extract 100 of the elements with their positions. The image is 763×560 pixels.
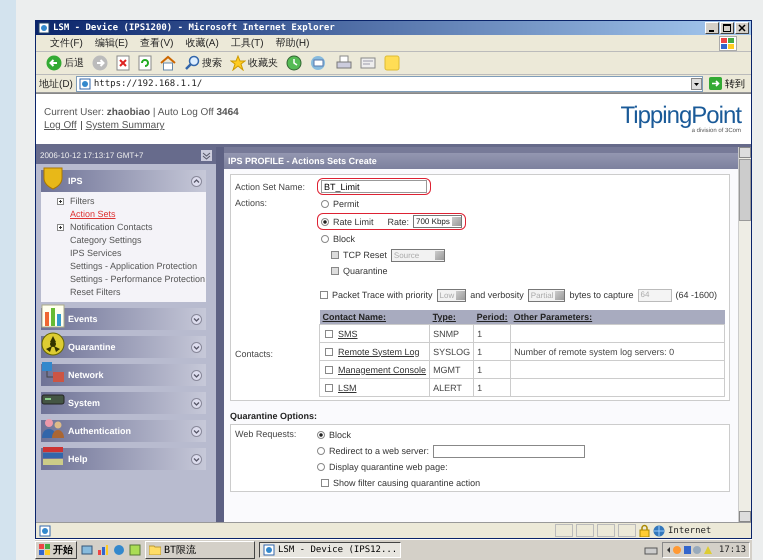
stop-icon (116, 55, 130, 71)
favorites-button[interactable]: 收藏夹 (228, 55, 280, 71)
status-pane (576, 524, 594, 537)
header-link[interactable]: System Summary (86, 120, 165, 131)
document-icon (360, 55, 376, 71)
column-header[interactable]: Type: (430, 310, 474, 324)
option-label: Block (333, 234, 356, 244)
checkbox[interactable] (320, 291, 328, 299)
nav-link[interactable]: Filters (70, 196, 94, 206)
user-info: Current User: zhaobiao | Auto Log Off 3464 (44, 107, 239, 118)
rate-dropdown[interactable]: 700 Kbps (413, 215, 462, 228)
refresh-button[interactable] (136, 55, 154, 71)
edit-button[interactable] (358, 55, 378, 71)
table-cell: 1 (477, 364, 482, 374)
option-label: Redirect to a web server: (329, 446, 430, 456)
checkbox[interactable] (321, 479, 329, 487)
address-label: 地址(D) (39, 78, 73, 90)
section-header[interactable]: IPS (41, 170, 206, 192)
option-label: Show filter causing quarantine action (333, 478, 480, 488)
checkbox[interactable] (325, 330, 333, 338)
nav-link[interactable]: Reset Filters (70, 287, 121, 297)
refresh-icon (138, 55, 152, 71)
contact-link[interactable]: SMS (338, 328, 358, 338)
clock-icon (286, 55, 302, 71)
chevron-circle-icon (191, 314, 202, 324)
radio-button[interactable] (321, 235, 329, 243)
close-button[interactable] (735, 22, 749, 34)
menu-item[interactable]: 查看(V) (140, 36, 174, 50)
field-label: Actions: (235, 197, 268, 208)
column-header[interactable]: Other Parameters: (510, 310, 724, 324)
star-icon (230, 55, 246, 71)
section-header[interactable]: Help (41, 448, 206, 470)
nav-link[interactable]: Settings - Application Protection (70, 261, 198, 271)
checkbox[interactable] (325, 366, 333, 374)
taskbar-button[interactable]: LSM - Device (IPS12... (259, 542, 402, 558)
hazard-icon (41, 332, 65, 356)
page-icon (39, 524, 51, 536)
desktop-icon[interactable] (81, 544, 93, 556)
browser-icon[interactable] (113, 544, 125, 556)
nav-link[interactable]: Settings - Performance Protection (70, 274, 206, 284)
browser-page-icon (38, 22, 50, 34)
home-button[interactable] (158, 55, 178, 71)
minimize-button[interactable] (705, 22, 719, 34)
menu-item[interactable]: 收藏(A) (185, 36, 219, 50)
option-label: Packet Trace with priority (332, 290, 433, 300)
radio-button[interactable] (321, 200, 329, 208)
checkbox[interactable] (325, 384, 333, 392)
expand-icon[interactable] (57, 198, 64, 204)
option-label: Rate Limit (333, 216, 374, 226)
field-label: Action Set Name: (235, 181, 306, 192)
column-header[interactable]: Period: (474, 310, 511, 324)
chevron-circle-icon (191, 454, 202, 464)
scrollbar[interactable] (738, 147, 751, 522)
expand-icon[interactable] (57, 224, 64, 230)
search-button[interactable]: 搜索 (182, 55, 224, 71)
globe-icon (653, 524, 665, 536)
page-icon (78, 78, 91, 90)
address-field[interactable]: https://192.168.1.1/ (76, 76, 703, 92)
nav-link[interactable]: Action Sets (70, 209, 116, 219)
collapse-icon[interactable] (201, 150, 212, 161)
column-header[interactable]: Contact Name: (320, 310, 430, 324)
menu-item[interactable]: 编辑(E) (94, 36, 128, 50)
option-label: Block (329, 430, 352, 440)
contact-link[interactable]: LSM (338, 382, 357, 392)
print-button[interactable] (334, 55, 354, 71)
history-button[interactable] (284, 55, 304, 71)
nav-link[interactable]: Category Settings (70, 235, 142, 245)
nav-link[interactable]: Notification Contacts (70, 222, 153, 232)
start-button[interactable]: 开始 (35, 541, 77, 559)
radio-button[interactable] (317, 431, 325, 439)
checkbox[interactable] (325, 348, 333, 356)
action-set-name-field[interactable]: BT_Limit (321, 180, 427, 193)
stop-button[interactable] (114, 55, 132, 71)
rate-label: Rate: (388, 216, 410, 226)
radio-button[interactable] (317, 463, 325, 471)
picture-icon[interactable] (129, 544, 141, 556)
network-icon (41, 360, 65, 384)
bar-chart-icon (41, 304, 65, 328)
url-field[interactable] (433, 444, 586, 458)
header-link[interactable]: Log Off (44, 120, 77, 131)
range-hint: (64 -1600) (676, 290, 718, 300)
menu-item[interactable]: 文件(F) (50, 36, 83, 50)
table-cell: 1 (477, 328, 482, 338)
windows-flag-icon (719, 36, 737, 50)
chart-icon[interactable] (97, 544, 109, 556)
go-button[interactable]: 转到 (706, 76, 748, 90)
maximize-button[interactable] (720, 22, 734, 34)
chevron-circle-icon (191, 398, 202, 408)
back-button[interactable]: 后退 (44, 55, 86, 71)
taskbar-button[interactable]: BT限流 (145, 541, 255, 559)
menu-item[interactable]: 帮助(H) (276, 36, 310, 50)
nav-link[interactable]: IPS Services (70, 248, 122, 258)
section-title: Quarantine Options: (229, 410, 318, 423)
radio-button[interactable] (321, 218, 329, 226)
menu-item[interactable]: 工具(T) (230, 36, 264, 50)
table-cell: MGMT (433, 364, 461, 374)
option-label: bytes to capture (569, 290, 634, 300)
radio-button[interactable] (317, 447, 325, 455)
printer-icon (336, 55, 352, 71)
panel-title: IPS PROFILE - Actions Sets Create (224, 153, 738, 169)
